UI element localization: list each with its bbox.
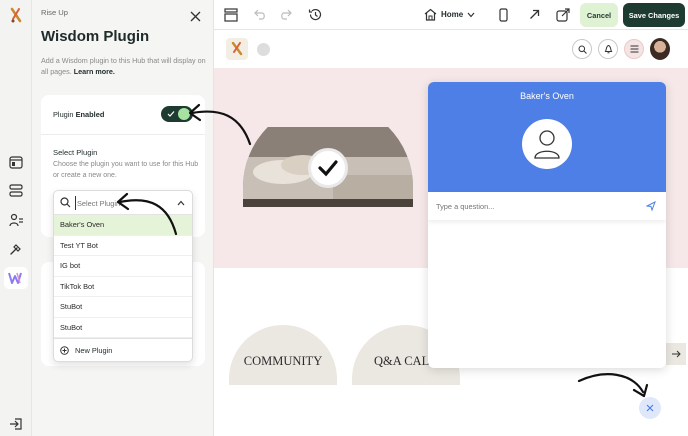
mobile-preview-icon[interactable]: [499, 8, 508, 22]
checkmark-icon: [318, 160, 338, 177]
layout-icon[interactable]: [224, 8, 238, 22]
home-icon: [424, 8, 437, 21]
wisdom-plugin-icon[interactable]: [4, 267, 28, 289]
dropdown-option[interactable]: TikTok Bot: [54, 277, 192, 297]
redo-icon[interactable]: [279, 9, 292, 20]
page-title: Wisdom Plugin: [41, 28, 150, 45]
cancel-button[interactable]: Cancel: [580, 3, 618, 27]
site-preview: COMMUNITY Q&A CALL Baker's Oven: [214, 30, 688, 436]
tools-icon[interactable]: [7, 240, 25, 258]
plugin-enabled-toggle[interactable]: [161, 106, 193, 122]
plugin-enabled-card: Plugin Enabled: [41, 95, 205, 135]
user-icon: [534, 130, 560, 159]
site-placeholder-avatar: [257, 43, 270, 56]
plugin-search-input[interactable]: [75, 196, 170, 210]
open-external-icon[interactable]: [529, 9, 540, 20]
checkmark-badge: [308, 148, 348, 188]
pages-icon[interactable]: [7, 153, 25, 171]
content-list-icon[interactable]: [7, 181, 25, 199]
plugin-dropdown: Baker's Oven Test YT Bot IG bot TikTok B…: [53, 190, 193, 362]
new-plugin-row[interactable]: New Plugin: [54, 338, 192, 361]
search-icon: [578, 45, 587, 54]
members-icon[interactable]: [7, 211, 25, 229]
bell-icon: [604, 44, 612, 54]
dropdown-option[interactable]: StuBot: [54, 318, 192, 338]
user-avatar[interactable]: [650, 38, 670, 60]
select-plugin-help: Choose the plugin you want to use for th…: [53, 161, 199, 179]
plus-circle-icon: [60, 346, 69, 355]
search-icon: [60, 197, 71, 208]
panel-description: Add a Wisdom plugin to this Hub that wil…: [41, 55, 206, 77]
new-plugin-label: New Plugin: [75, 346, 113, 355]
select-plugin-label: Select Plugin: [53, 148, 98, 157]
description-text: Add a Wisdom plugin to this Hub that wil…: [41, 56, 206, 76]
chat-input-row: [428, 192, 666, 220]
chevron-up-icon[interactable]: [177, 200, 185, 206]
arrow-right-icon: [672, 350, 681, 358]
menu-button[interactable]: [624, 39, 644, 59]
logout-icon[interactable]: [7, 415, 25, 433]
bot-avatar: [522, 119, 572, 169]
chat-header: Baker's Oven: [428, 82, 666, 194]
carousel-next-button[interactable]: [666, 343, 686, 365]
site-search-button[interactable]: [572, 39, 592, 59]
breadcrumb: Rise Up: [41, 8, 69, 17]
share-icon[interactable]: [556, 7, 571, 22]
notifications-button[interactable]: [598, 39, 618, 59]
save-changes-button[interactable]: Save Changes: [623, 3, 685, 27]
dropdown-option[interactable]: IG bot: [54, 256, 192, 277]
close-chat-button[interactable]: [639, 397, 661, 419]
community-card-title: COMMUNITY: [243, 354, 323, 368]
left-rail: [0, 0, 32, 436]
undo-icon[interactable]: [254, 9, 267, 20]
site-logo: [226, 38, 248, 60]
chat-question-input[interactable]: [436, 198, 636, 214]
plugin-search-row: [54, 191, 192, 215]
chat-title: Baker's Oven: [520, 91, 574, 101]
page-selector[interactable]: Home: [441, 10, 463, 19]
learn-more-link[interactable]: Learn more.: [74, 67, 115, 76]
chef-logo-icon[interactable]: [7, 6, 25, 24]
wisdom-chat-widget: Baker's Oven: [428, 82, 666, 368]
send-icon[interactable]: [646, 201, 656, 211]
dropdown-option[interactable]: StuBot: [54, 297, 192, 318]
hamburger-icon: [630, 45, 638, 53]
dropdown-option[interactable]: Test YT Bot: [54, 236, 192, 256]
close-panel-icon[interactable]: [190, 9, 202, 22]
plugin-settings-panel: Rise Up Wisdom Plugin Add a Wisdom plugi…: [32, 0, 214, 436]
close-icon: [646, 404, 654, 412]
plugin-enabled-label: Plugin Enabled: [53, 110, 105, 119]
history-icon[interactable]: [308, 7, 323, 22]
toggle-knob: [178, 108, 190, 120]
checkmark-icon: [167, 111, 175, 117]
chevron-down-icon[interactable]: [467, 12, 475, 18]
editor-toolbar: Home Cancel Save Changes: [214, 0, 688, 30]
community-card[interactable]: COMMUNITY: [229, 325, 337, 385]
dropdown-option[interactable]: Baker's Oven: [54, 215, 192, 236]
